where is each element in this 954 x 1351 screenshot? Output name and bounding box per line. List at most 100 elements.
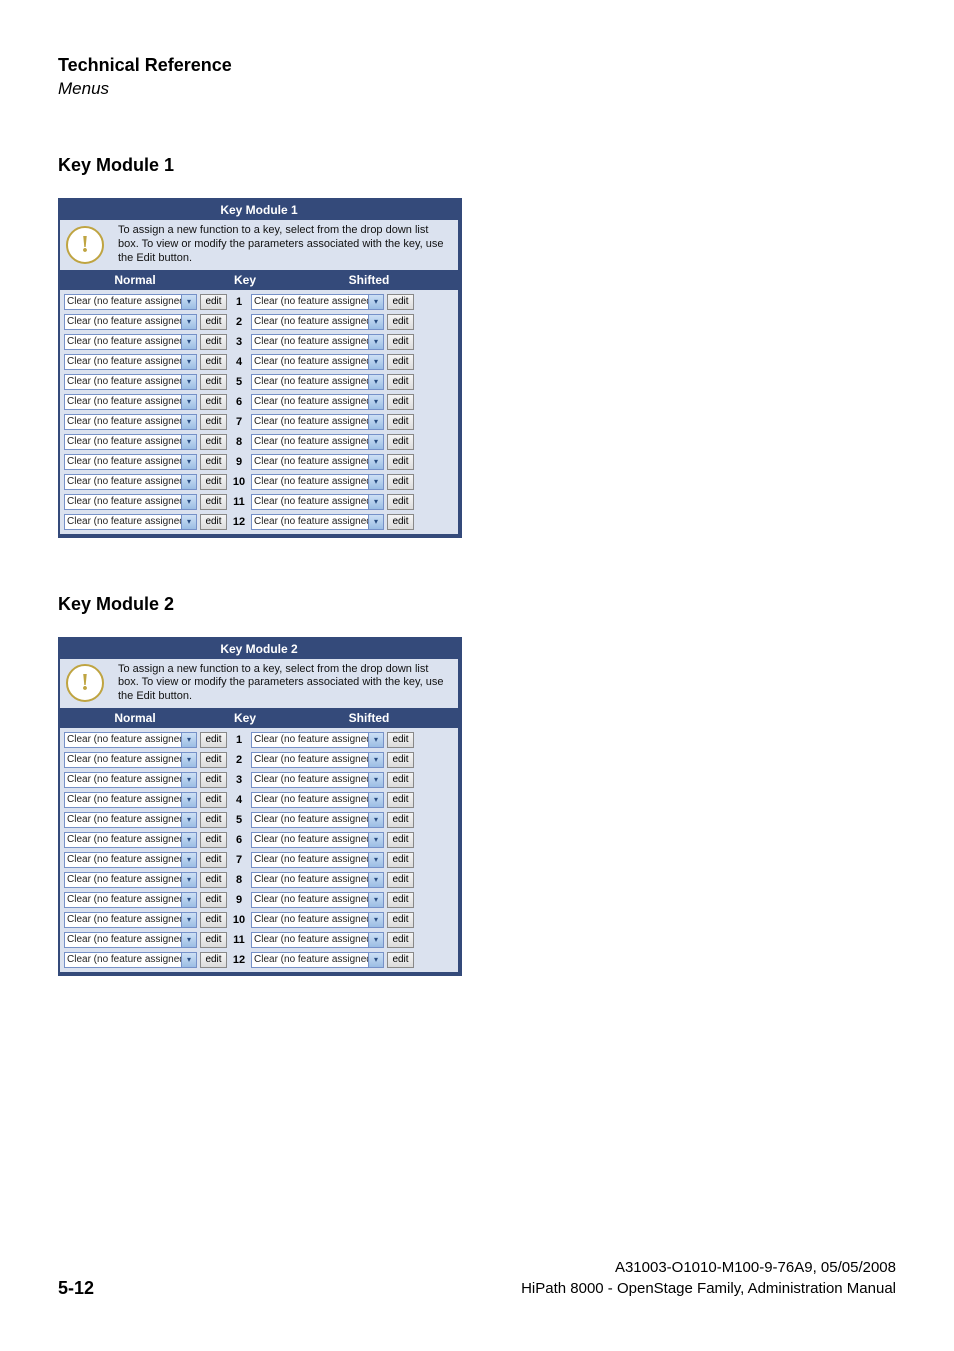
chevron-down-icon[interactable]: ▾ [181,793,196,807]
edit-button[interactable]: edit [387,752,414,768]
shifted-select[interactable]: Clear (no feature assigned)▾ [251,474,384,490]
edit-button[interactable]: edit [200,932,227,948]
shifted-select[interactable]: Clear (no feature assigned)▾ [251,832,384,848]
chevron-down-icon[interactable]: ▾ [368,435,383,449]
normal-select[interactable]: Clear (no feature assigned)▾ [64,752,197,768]
normal-select[interactable]: Clear (no feature assigned)▾ [64,474,197,490]
shifted-select[interactable]: Clear (no feature assigned)▾ [251,932,384,948]
edit-button[interactable]: edit [387,812,414,828]
chevron-down-icon[interactable]: ▾ [368,295,383,309]
shifted-select[interactable]: Clear (no feature assigned)▾ [251,872,384,888]
shifted-select[interactable]: Clear (no feature assigned)▾ [251,752,384,768]
normal-select[interactable]: Clear (no feature assigned)▾ [64,454,197,470]
chevron-down-icon[interactable]: ▾ [368,375,383,389]
chevron-down-icon[interactable]: ▾ [181,315,196,329]
edit-button[interactable]: edit [200,732,227,748]
edit-button[interactable]: edit [200,394,227,410]
chevron-down-icon[interactable]: ▾ [368,853,383,867]
edit-button[interactable]: edit [387,394,414,410]
chevron-down-icon[interactable]: ▾ [181,475,196,489]
normal-select[interactable]: Clear (no feature assigned)▾ [64,414,197,430]
chevron-down-icon[interactable]: ▾ [368,395,383,409]
shifted-select[interactable]: Clear (no feature assigned)▾ [251,852,384,868]
chevron-down-icon[interactable]: ▾ [368,733,383,747]
normal-select[interactable]: Clear (no feature assigned)▾ [64,952,197,968]
chevron-down-icon[interactable]: ▾ [368,515,383,529]
edit-button[interactable]: edit [200,454,227,470]
shifted-select[interactable]: Clear (no feature assigned)▾ [251,912,384,928]
chevron-down-icon[interactable]: ▾ [368,495,383,509]
normal-select[interactable]: Clear (no feature assigned)▾ [64,494,197,510]
chevron-down-icon[interactable]: ▾ [368,315,383,329]
edit-button[interactable]: edit [200,294,227,310]
chevron-down-icon[interactable]: ▾ [181,395,196,409]
chevron-down-icon[interactable]: ▾ [181,515,196,529]
chevron-down-icon[interactable]: ▾ [181,873,196,887]
shifted-select[interactable]: Clear (no feature assigned)▾ [251,354,384,370]
edit-button[interactable]: edit [200,474,227,490]
shifted-select[interactable]: Clear (no feature assigned)▾ [251,494,384,510]
edit-button[interactable]: edit [200,872,227,888]
edit-button[interactable]: edit [387,892,414,908]
shifted-select[interactable]: Clear (no feature assigned)▾ [251,314,384,330]
edit-button[interactable]: edit [387,414,414,430]
edit-button[interactable]: edit [200,952,227,968]
shifted-select[interactable]: Clear (no feature assigned)▾ [251,394,384,410]
edit-button[interactable]: edit [200,334,227,350]
chevron-down-icon[interactable]: ▾ [181,335,196,349]
chevron-down-icon[interactable]: ▾ [181,435,196,449]
normal-select[interactable]: Clear (no feature assigned)▾ [64,792,197,808]
shifted-select[interactable]: Clear (no feature assigned)▾ [251,374,384,390]
edit-button[interactable]: edit [387,912,414,928]
edit-button[interactable]: edit [387,374,414,390]
chevron-down-icon[interactable]: ▾ [181,913,196,927]
edit-button[interactable]: edit [387,494,414,510]
edit-button[interactable]: edit [200,314,227,330]
edit-button[interactable]: edit [200,434,227,450]
edit-button[interactable]: edit [387,334,414,350]
edit-button[interactable]: edit [200,852,227,868]
edit-button[interactable]: edit [387,932,414,948]
chevron-down-icon[interactable]: ▾ [181,893,196,907]
normal-select[interactable]: Clear (no feature assigned)▾ [64,832,197,848]
chevron-down-icon[interactable]: ▾ [181,415,196,429]
normal-select[interactable]: Clear (no feature assigned)▾ [64,374,197,390]
edit-button[interactable]: edit [200,912,227,928]
normal-select[interactable]: Clear (no feature assigned)▾ [64,872,197,888]
normal-select[interactable]: Clear (no feature assigned)▾ [64,514,197,530]
normal-select[interactable]: Clear (no feature assigned)▾ [64,354,197,370]
shifted-select[interactable]: Clear (no feature assigned)▾ [251,732,384,748]
chevron-down-icon[interactable]: ▾ [368,415,383,429]
normal-select[interactable]: Clear (no feature assigned)▾ [64,294,197,310]
shifted-select[interactable]: Clear (no feature assigned)▾ [251,772,384,788]
chevron-down-icon[interactable]: ▾ [368,793,383,807]
shifted-select[interactable]: Clear (no feature assigned)▾ [251,952,384,968]
chevron-down-icon[interactable]: ▾ [368,913,383,927]
chevron-down-icon[interactable]: ▾ [181,773,196,787]
shifted-select[interactable]: Clear (no feature assigned)▾ [251,892,384,908]
chevron-down-icon[interactable]: ▾ [368,933,383,947]
edit-button[interactable]: edit [200,812,227,828]
chevron-down-icon[interactable]: ▾ [181,355,196,369]
chevron-down-icon[interactable]: ▾ [181,853,196,867]
normal-select[interactable]: Clear (no feature assigned)▾ [64,912,197,928]
chevron-down-icon[interactable]: ▾ [181,953,196,967]
shifted-select[interactable]: Clear (no feature assigned)▾ [251,334,384,350]
normal-select[interactable]: Clear (no feature assigned)▾ [64,334,197,350]
shifted-select[interactable]: Clear (no feature assigned)▾ [251,792,384,808]
edit-button[interactable]: edit [387,354,414,370]
edit-button[interactable]: edit [387,832,414,848]
chevron-down-icon[interactable]: ▾ [368,873,383,887]
edit-button[interactable]: edit [387,732,414,748]
edit-button[interactable]: edit [200,752,227,768]
chevron-down-icon[interactable]: ▾ [368,893,383,907]
normal-select[interactable]: Clear (no feature assigned)▾ [64,852,197,868]
shifted-select[interactable]: Clear (no feature assigned)▾ [251,294,384,310]
edit-button[interactable]: edit [200,792,227,808]
chevron-down-icon[interactable]: ▾ [181,753,196,767]
chevron-down-icon[interactable]: ▾ [368,753,383,767]
normal-select[interactable]: Clear (no feature assigned)▾ [64,892,197,908]
edit-button[interactable]: edit [200,832,227,848]
chevron-down-icon[interactable]: ▾ [181,455,196,469]
chevron-down-icon[interactable]: ▾ [368,455,383,469]
